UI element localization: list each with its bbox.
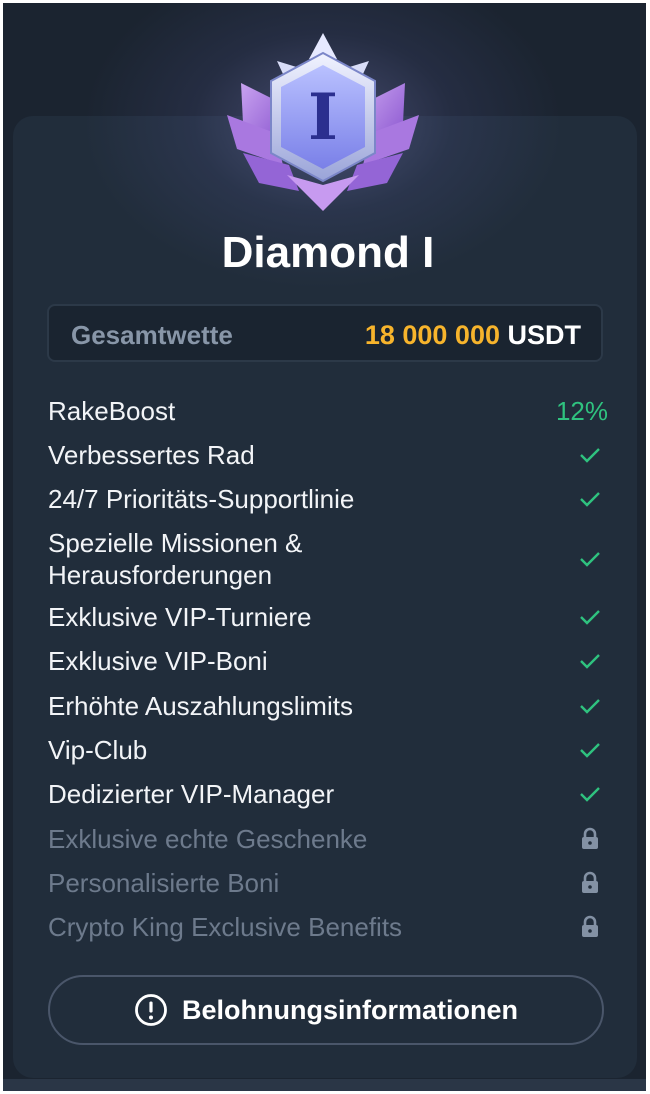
benefit-item: Spezielle Missionen & Herausforderungen xyxy=(48,527,608,591)
benefit-item: Verbessertes Rad xyxy=(48,439,608,471)
check-icon xyxy=(580,699,600,714)
benefit-label: Personalisierte Boni xyxy=(48,868,280,898)
benefit-item: Erhöhte Auszahlungslimits xyxy=(48,690,608,722)
benefit-item: 24/7 Prioritäts-Supportlinie xyxy=(48,483,608,515)
total-wager-label: Gesamtwette xyxy=(71,320,233,350)
benefit-item-locked: Personalisierte Boni xyxy=(48,867,608,899)
lock-icon xyxy=(582,915,598,937)
benefit-item-locked: Crypto King Exclusive Benefits xyxy=(48,911,608,943)
diamond-tier-badge-icon: I xyxy=(227,33,419,211)
reward-info-label: Belohnungsinformationen xyxy=(182,994,518,1025)
benefit-label: Exklusive VIP-Boni xyxy=(48,646,268,676)
benefit-item: Exklusive VIP-Boni xyxy=(48,645,608,677)
benefit-label: Exklusive echte Geschenke xyxy=(48,824,368,854)
benefit-value: 12% xyxy=(555,396,608,426)
badge-numeral: I xyxy=(308,80,338,155)
check-icon xyxy=(580,492,600,507)
check-icon xyxy=(580,448,600,463)
benefit-label: RakeBoost xyxy=(48,396,176,426)
benefit-label: Spezielle Missionen & Herausforderungen xyxy=(48,528,303,590)
benefit-label: Erhöhte Auszahlungslimits xyxy=(48,691,353,721)
benefit-label: Verbessertes Rad xyxy=(48,440,255,470)
wager-currency: USDT xyxy=(507,320,582,350)
total-wager-value: 18 000 000 USDT xyxy=(365,320,581,350)
reward-info-button[interactable]: Belohnungsinformationen xyxy=(48,975,604,1045)
benefit-label: Vip-Club xyxy=(48,735,148,765)
bottom-divider xyxy=(3,1079,646,1091)
check-icon xyxy=(580,552,600,567)
info-circle-icon xyxy=(135,994,167,1026)
check-icon xyxy=(580,787,600,802)
benefit-item: Vip-Club xyxy=(48,734,608,766)
lock-icon xyxy=(582,827,598,849)
benefit-item: Dedizierter VIP-Manager xyxy=(48,778,608,810)
benefit-label: Crypto King Exclusive Benefits xyxy=(48,912,403,942)
benefit-label: 24/7 Prioritäts-Supportlinie xyxy=(48,484,355,514)
vip-tier-panel: I Diamond I Gesamtwette 18 000 000 USDT … xyxy=(3,3,646,1091)
benefit-item: Exklusive VIP-Turniere xyxy=(48,601,608,633)
wager-amount: 18 000 000 xyxy=(364,320,500,350)
benefit-item: RakeBoost 12% xyxy=(48,395,608,427)
benefit-label: Dedizierter VIP-Manager xyxy=(48,779,335,809)
check-icon xyxy=(580,743,600,758)
check-icon xyxy=(580,610,600,625)
check-icon xyxy=(580,654,600,669)
tier-title: Diamond I xyxy=(221,228,435,277)
total-wager-box: Gesamtwette 18 000 000 USDT xyxy=(47,304,603,362)
benefit-item-locked: Exklusive echte Geschenke xyxy=(48,823,608,855)
lock-icon xyxy=(582,871,598,893)
benefit-label: Exklusive VIP-Turniere xyxy=(48,602,312,632)
